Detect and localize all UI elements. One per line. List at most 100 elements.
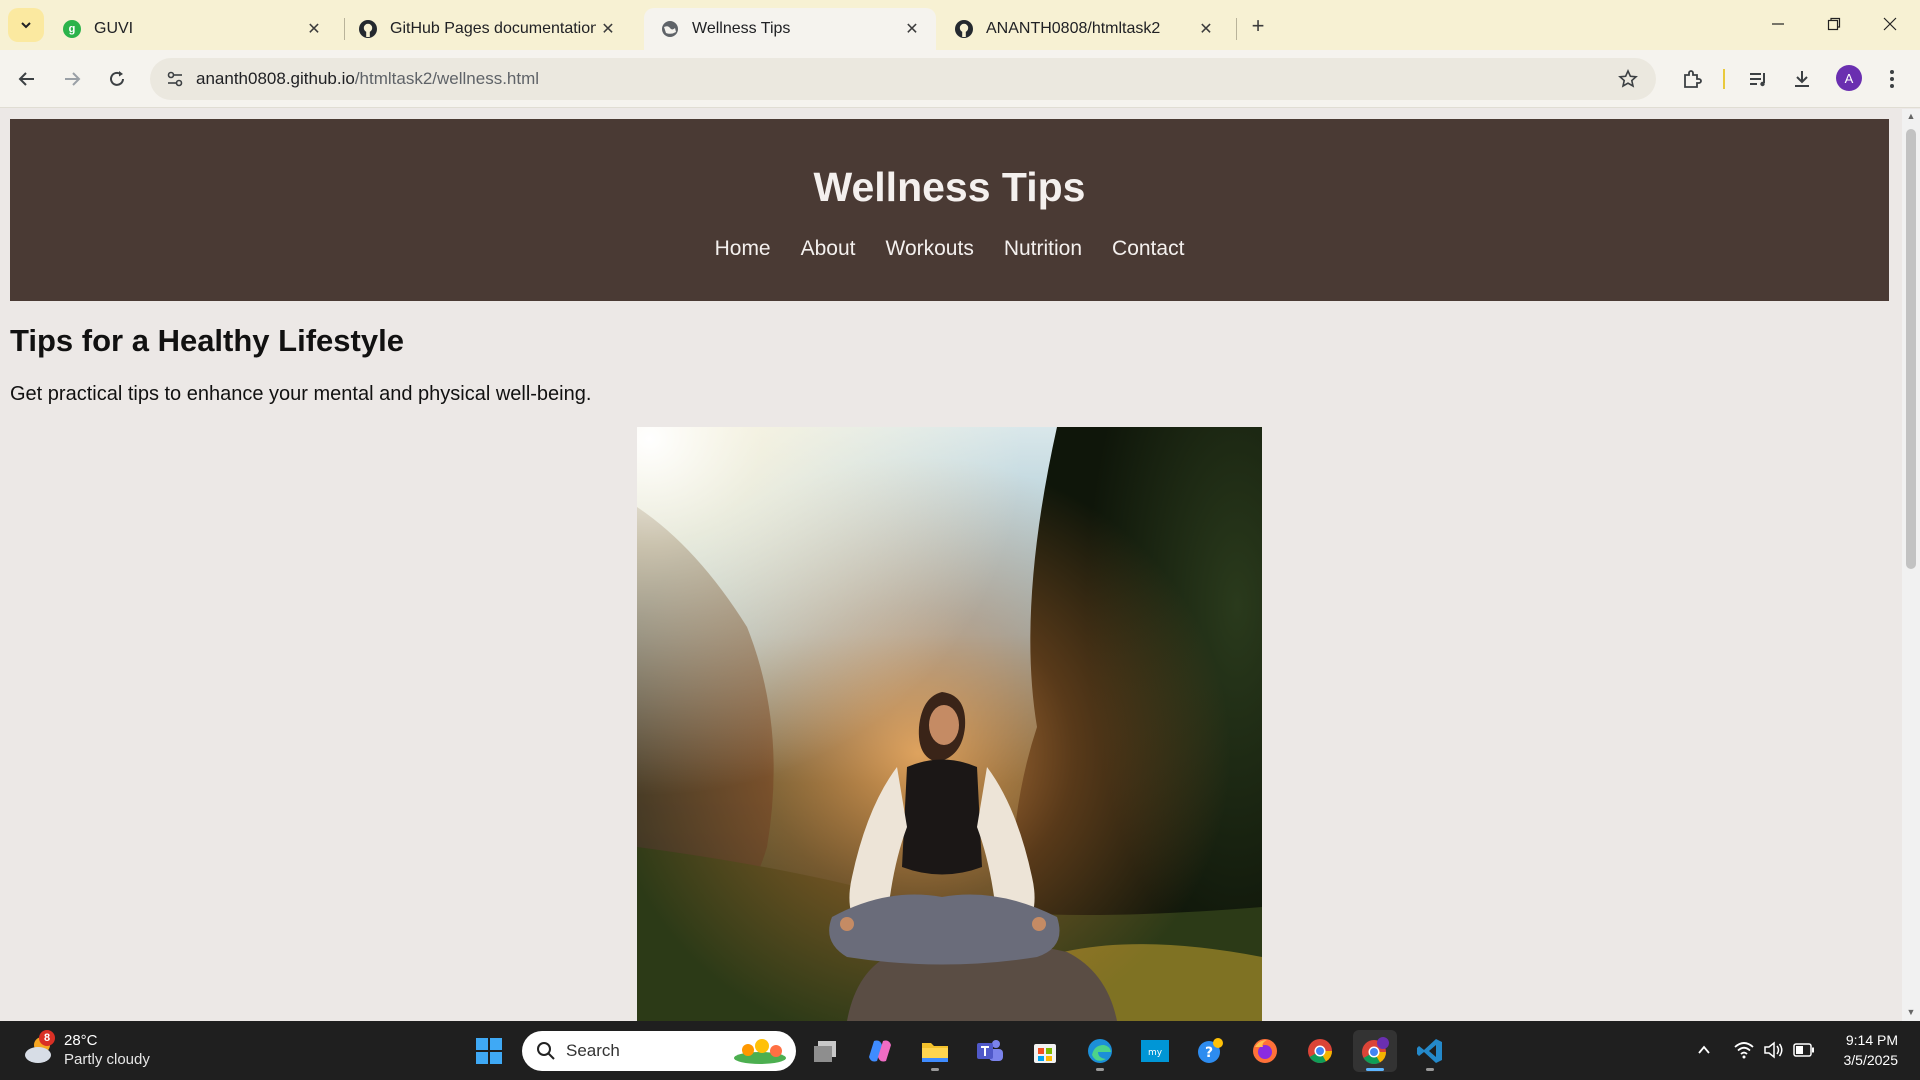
store-icon xyxy=(1034,1044,1056,1063)
chevron-down-icon xyxy=(21,22,31,29)
media-controls-button[interactable] xyxy=(1740,61,1776,97)
scrollbar-thumb[interactable] xyxy=(1906,129,1916,569)
tab-close-icon[interactable]: ✕ xyxy=(1194,17,1218,41)
system-clock[interactable]: 9:14 PM 3/5/2025 xyxy=(1822,1030,1899,1070)
back-button[interactable] xyxy=(9,61,45,97)
browser-menu-button[interactable] xyxy=(1874,61,1910,97)
url-path: /htmltask2/wellness.html xyxy=(354,69,540,88)
volume-status[interactable] xyxy=(1760,1035,1788,1065)
close-icon xyxy=(1883,17,1897,31)
site-info-icon[interactable] xyxy=(160,64,190,94)
meditation-photo xyxy=(637,427,1262,1021)
tab-github-pages-docs[interactable]: GitHub Pages documentation - GitHub Docs… xyxy=(342,8,634,50)
globe-icon xyxy=(660,19,680,39)
puzzle-icon xyxy=(1684,70,1702,88)
tab-label: Wellness Tips xyxy=(692,20,791,37)
copilot-app[interactable] xyxy=(858,1030,902,1072)
start-button[interactable] xyxy=(467,1030,511,1072)
battery-status[interactable] xyxy=(1790,1035,1818,1065)
address-bar[interactable]: ananth0808.github.io/htmltask2/wellness.… xyxy=(150,58,1656,100)
nav-link-workouts[interactable]: Workouts xyxy=(886,237,974,261)
close-window-button[interactable] xyxy=(1866,6,1914,42)
active-indicator xyxy=(1366,1068,1384,1071)
tab-wellness-tips[interactable]: Wellness Tips ✕ xyxy=(644,8,936,50)
tab-search-button[interactable] xyxy=(8,8,44,42)
nav-link-about[interactable]: About xyxy=(801,237,856,261)
scroll-up-arrow-icon[interactable]: ▲ xyxy=(1906,111,1916,121)
url-text[interactable]: ananth0808.github.io/htmltask2/wellness.… xyxy=(196,69,539,89)
tab-guvi[interactable]: g GUVI ✕ xyxy=(46,8,338,50)
tab-label: ANANTH0808/htmltask2 xyxy=(986,20,1161,37)
page-heading: Tips for a Healthy Lifestyle xyxy=(10,323,404,358)
clock-time: 9:14 PM xyxy=(1845,1032,1898,1048)
help-icon: ? xyxy=(1198,1038,1223,1063)
chrome-profile-icon xyxy=(1362,1037,1389,1065)
svg-text:?: ? xyxy=(1205,1045,1213,1061)
file-explorer-app[interactable] xyxy=(913,1030,957,1072)
weather-alert-badge: 8 xyxy=(39,1030,55,1046)
chrome-app[interactable] xyxy=(1298,1030,1342,1072)
toolbar-divider xyxy=(1723,69,1725,89)
browser-toolbar: ananth0808.github.io/htmltask2/wellness.… xyxy=(0,50,1920,108)
task-view-icon xyxy=(814,1041,836,1062)
weather-temperature: 28°C xyxy=(64,1032,98,1049)
edge-app[interactable] xyxy=(1078,1030,1122,1072)
new-tab-button[interactable]: + xyxy=(1244,12,1272,40)
tab-divider xyxy=(1236,18,1237,40)
search-icon xyxy=(537,1042,555,1060)
reload-button[interactable] xyxy=(99,61,135,97)
restore-icon xyxy=(1827,17,1841,31)
page-scrollbar[interactable]: ▲ ▼ xyxy=(1902,109,1920,1021)
microsoft-store-app[interactable] xyxy=(1023,1030,1067,1072)
github-icon xyxy=(954,19,974,39)
show-hidden-icons-button[interactable] xyxy=(1692,1035,1716,1065)
nav-link-home[interactable]: Home xyxy=(715,237,771,261)
bookmark-star-button[interactable] xyxy=(1614,65,1642,93)
tab-strip: g GUVI ✕ GitHub Pages documentation - Gi… xyxy=(0,0,1920,50)
chrome-profile-app[interactable] xyxy=(1353,1030,1397,1072)
teams-app[interactable] xyxy=(968,1030,1012,1072)
downloads-button[interactable] xyxy=(1784,61,1820,97)
vscode-icon xyxy=(1417,1039,1442,1063)
battery-icon xyxy=(1793,1043,1814,1057)
firefox-app[interactable] xyxy=(1243,1030,1287,1072)
github-icon xyxy=(358,19,378,39)
tab-close-icon[interactable]: ✕ xyxy=(596,17,620,41)
chevron-up-icon xyxy=(1698,1045,1710,1054)
arrow-right-icon xyxy=(65,72,81,86)
scroll-down-arrow-icon[interactable]: ▼ xyxy=(1906,1007,1916,1017)
wifi-status[interactable] xyxy=(1730,1035,1758,1065)
clock-date: 3/5/2025 xyxy=(1843,1052,1899,1068)
nav-link-nutrition[interactable]: Nutrition xyxy=(1004,237,1082,261)
search-placeholder: Search xyxy=(566,1041,620,1060)
edge-icon xyxy=(1088,1039,1112,1063)
vscode-app[interactable] xyxy=(1408,1030,1452,1072)
get-help-app[interactable]: ? xyxy=(1188,1030,1232,1072)
windows-taskbar: 8 28°C Partly cloudy Search my ? 9:14 PM… xyxy=(0,1021,1920,1080)
teams-icon xyxy=(977,1040,1003,1061)
weather-widget[interactable]: 8 28°C Partly cloudy xyxy=(22,1029,192,1073)
taskbar-search[interactable]: Search xyxy=(522,1031,796,1071)
minimize-button[interactable] xyxy=(1754,6,1802,42)
site-nav: Home About Workouts Nutrition Contact xyxy=(10,237,1889,261)
more-vertical-icon xyxy=(1890,70,1894,88)
weather-condition: Partly cloudy xyxy=(64,1051,150,1068)
task-view-button[interactable] xyxy=(804,1030,848,1072)
forward-button[interactable] xyxy=(54,61,90,97)
myhp-app[interactable]: my xyxy=(1133,1030,1177,1072)
nav-link-contact[interactable]: Contact xyxy=(1112,237,1184,261)
running-indicator xyxy=(1096,1068,1104,1071)
extensions-button[interactable] xyxy=(1674,61,1710,97)
tab-close-icon[interactable]: ✕ xyxy=(900,17,924,41)
wifi-icon xyxy=(1734,1042,1754,1059)
tab-label: GitHub Pages documentation - GitHub Docs xyxy=(390,20,596,37)
firefox-icon xyxy=(1253,1039,1277,1063)
profile-avatar[interactable]: A xyxy=(1836,65,1862,91)
minimize-icon xyxy=(1772,23,1784,25)
folder-icon xyxy=(922,1043,948,1062)
tab-github-repo[interactable]: ANANTH0808/htmltask2 ✕ xyxy=(938,8,1230,50)
running-indicator xyxy=(1426,1068,1434,1071)
tab-close-icon[interactable]: ✕ xyxy=(302,17,326,41)
page-intro: Get practical tips to enhance your menta… xyxy=(10,383,592,405)
restore-button[interactable] xyxy=(1810,6,1858,42)
